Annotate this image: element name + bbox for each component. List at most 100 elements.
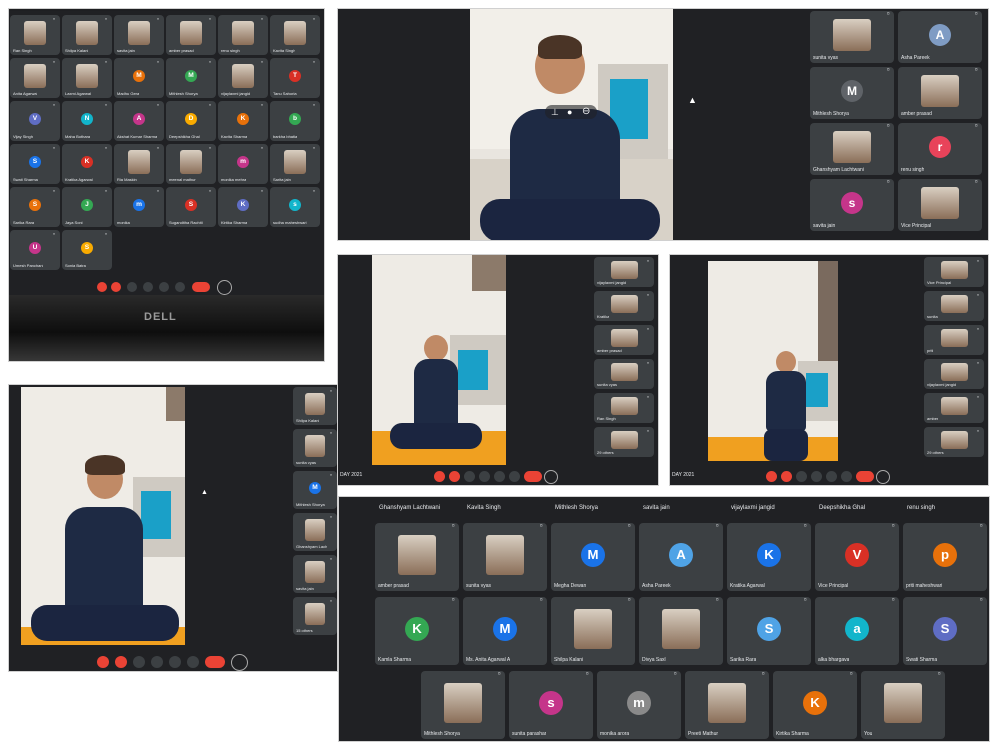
participant-tile[interactable]: m monika ⸋ — [114, 187, 164, 227]
participant-tile[interactable]: s sunita parashar ⸋ — [509, 671, 593, 739]
present-button[interactable] — [494, 471, 505, 482]
participant-tile[interactable]: K Kratika Agarwal ⸋ — [62, 144, 112, 184]
participant-tile[interactable]: M Megha Dewan ⸋ — [551, 523, 635, 591]
participant-tile[interactable]: a alka bhargava ⸋ — [815, 597, 899, 665]
participant-tile[interactable]: M Madhu Gera ⸋ — [114, 58, 164, 98]
participant-tile[interactable]: priti ⸋ — [924, 325, 984, 355]
participant-tile[interactable]: sunita vyas ⸋ — [594, 359, 654, 389]
end-call-button[interactable] — [524, 471, 542, 482]
participant-tile[interactable]: K Kavita Sharma ⸋ — [218, 101, 268, 141]
participant-tile[interactable]: V Vice Principal ⸋ — [815, 523, 899, 591]
camera-button[interactable] — [111, 282, 121, 292]
participant-tile[interactable]: Shilpa Kalani ⸋ — [293, 387, 337, 425]
participant-tile[interactable]: 15 others ⸋ — [293, 597, 337, 635]
participant-tile[interactable]: s sudha maheshwari ⸋ — [270, 187, 320, 227]
present-button[interactable] — [159, 282, 169, 292]
raise-hand-button[interactable] — [151, 656, 163, 668]
end-call-button[interactable] — [856, 471, 874, 482]
remove-icon[interactable]: ⊖ — [582, 106, 590, 117]
participant-tile[interactable]: amber prasad ⸋ — [594, 325, 654, 355]
participant-tile[interactable]: Anita Agarwal ⸋ — [10, 58, 60, 98]
participant-tile[interactable]: M Ms. Anita Agarwal A ⸋ — [463, 597, 547, 665]
participant-tile[interactable]: s savita jain ⸋ — [810, 179, 894, 231]
participant-tile[interactable]: sunita ⸋ — [924, 291, 984, 321]
participant-tile[interactable]: Kavita Singh ⸋ — [270, 15, 320, 55]
participant-tile[interactable]: T Tanu Sahoria ⸋ — [270, 58, 320, 98]
participant-tile[interactable]: U Umesh Panchani ⸋ — [10, 230, 60, 270]
participant-tile[interactable]: A Asha Pareek ⸋ — [639, 523, 723, 591]
end-call-button[interactable] — [205, 656, 225, 668]
mic-button[interactable] — [434, 471, 445, 482]
present-button[interactable] — [169, 656, 181, 668]
participant-tile[interactable]: S Suganditha Rachiti ⸋ — [166, 187, 216, 227]
participant-tile[interactable]: m monika arora ⸋ — [597, 671, 681, 739]
mic-button[interactable] — [97, 282, 107, 292]
participant-tile[interactable]: Kratika ⸋ — [594, 291, 654, 321]
captions-button[interactable] — [133, 656, 145, 668]
participant-tile[interactable]: J Jaya Soni ⸋ — [62, 187, 112, 227]
mic-icon[interactable]: ● — [567, 107, 572, 117]
participant-tile[interactable]: Ghanshyam Lach ⸋ — [293, 513, 337, 551]
participant-tile[interactable]: amber prasad ⸋ — [166, 15, 216, 55]
participant-tile[interactable]: Sarita jain ⸋ — [270, 144, 320, 184]
participant-tile[interactable]: S Sarika Rara ⸋ — [727, 597, 811, 665]
end-call-button[interactable] — [192, 282, 210, 292]
mic-button[interactable] — [97, 656, 109, 668]
raise-hand-button[interactable] — [143, 282, 153, 292]
participant-tile[interactable]: Ghanshyam Lachtwani ⸋ — [810, 123, 894, 175]
participant-tile[interactable]: amber prasad ⸋ — [898, 67, 982, 119]
participant-tile[interactable]: M Mithlesh Shorya ⸋ — [166, 58, 216, 98]
participant-tile[interactable]: p priti maheshwari ⸋ — [903, 523, 987, 591]
mic-button[interactable] — [766, 471, 777, 482]
present-button[interactable] — [826, 471, 837, 482]
more-button[interactable] — [509, 471, 520, 482]
participant-tile[interactable]: vijaylaxmi jangid ⸋ — [594, 257, 654, 287]
participant-tile[interactable]: meenal mathur ⸋ — [166, 144, 216, 184]
participant-tile[interactable]: sunita vyas ⸋ — [293, 429, 337, 467]
participant-tile[interactable]: S Sarika Rara ⸋ — [10, 187, 60, 227]
participant-tile[interactable]: Ran Singh ⸋ — [10, 15, 60, 55]
participant-tile[interactable]: Divya Saxl ⸋ — [639, 597, 723, 665]
participant-tile[interactable]: M Mithlesh Shorya ⸋ — [293, 471, 337, 509]
participant-tile[interactable]: Vice Principal ⸋ — [924, 257, 984, 287]
participant-tile[interactable]: K Kratika Agarwal ⸋ — [727, 523, 811, 591]
camera-button[interactable] — [449, 471, 460, 482]
captions-button[interactable] — [796, 471, 807, 482]
participant-tile[interactable]: Vice Principal ⸋ — [898, 179, 982, 231]
participant-tile[interactable]: sunita vyas ⸋ — [463, 523, 547, 591]
participant-tile[interactable]: renu singh ⸋ — [218, 15, 268, 55]
participant-tile[interactable]: A Asha Pareek ⸋ — [898, 11, 982, 63]
participant-tile[interactable]: 29 others ⸋ — [924, 427, 984, 457]
participant-tile[interactable]: Ran Singh ⸋ — [594, 393, 654, 423]
raise-hand-button[interactable] — [811, 471, 822, 482]
participant-tile[interactable]: amber prasad ⸋ — [375, 523, 459, 591]
participant-tile[interactable]: K Kirtika Sharma ⸋ — [218, 187, 268, 227]
pin-icon[interactable]: ⊥ — [551, 107, 559, 118]
participant-tile[interactable]: Preeti Mathur ⸋ — [685, 671, 769, 739]
more-button[interactable] — [841, 471, 852, 482]
participant-tile[interactable]: sunita vyas ⸋ — [810, 11, 894, 63]
more-button[interactable] — [187, 656, 199, 668]
camera-button[interactable] — [115, 656, 127, 668]
participant-tile[interactable]: V Vijay Singh ⸋ — [10, 101, 60, 141]
participant-tile[interactable]: K Kamla Sharma ⸋ — [375, 597, 459, 665]
captions-button[interactable] — [127, 282, 137, 292]
participant-tile[interactable]: savita jain ⸋ — [114, 15, 164, 55]
participant-tile[interactable]: You ⸋ — [861, 671, 945, 739]
participant-tile[interactable]: r renu singh ⸋ — [898, 123, 982, 175]
participant-tile[interactable]: 29 others ⸋ — [594, 427, 654, 457]
participant-tile[interactable]: D Deepshikha Ghal ⸋ — [166, 101, 216, 141]
participant-tile[interactable]: m monika mehra ⸋ — [218, 144, 268, 184]
participant-tile[interactable]: amber ⸋ — [924, 393, 984, 423]
participant-tile[interactable]: Laxmi Agarwal ⸋ — [62, 58, 112, 98]
participant-tile[interactable]: Mithlesh Shorya ⸋ — [421, 671, 505, 739]
participant-tile[interactable]: vijaylaxmi jangid ⸋ — [924, 359, 984, 389]
captions-button[interactable] — [464, 471, 475, 482]
participant-tile[interactable]: S Sonia Batra ⸋ — [62, 230, 112, 270]
participant-tile[interactable]: M Mithlesh Shorya ⸋ — [810, 67, 894, 119]
participant-tile[interactable]: Shilpa Kalani ⸋ — [62, 15, 112, 55]
participant-tile[interactable]: savita jain ⸋ — [293, 555, 337, 593]
participant-tile[interactable]: S Swati Sharma ⸋ — [10, 144, 60, 184]
participant-tile[interactable]: vijaylaxmi jangid ⸋ — [218, 58, 268, 98]
participant-tile[interactable]: N Maha Bothara ⸋ — [62, 101, 112, 141]
